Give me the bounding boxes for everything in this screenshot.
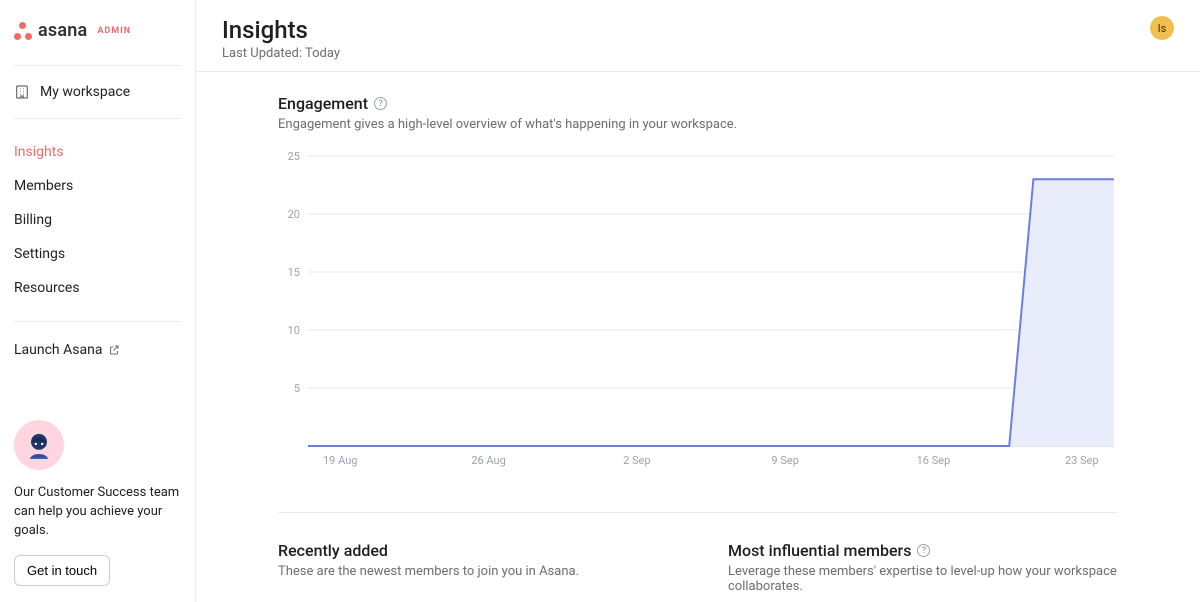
- engagement-desc: Engagement gives a high-level overview o…: [278, 117, 1118, 132]
- nav-label: Insights: [14, 144, 64, 160]
- page-title: Insights: [222, 16, 340, 44]
- engagement-chart: 5 10 15 20 25 19 Aug 26 Aug 2 Sep 9 Sep 16 Sep 23 …: [278, 150, 1118, 470]
- page-subtitle: Last Updated: Today: [222, 46, 340, 61]
- section-title-text: Recently added: [278, 541, 388, 560]
- svg-text:19 Aug: 19 Aug: [323, 454, 357, 467]
- brand-admin-tag: ADMIN: [97, 26, 131, 36]
- divider: [14, 321, 181, 322]
- svg-text:26 Aug: 26 Aug: [471, 454, 505, 467]
- info-icon[interactable]: ?: [917, 544, 930, 557]
- brand-logo[interactable]: asana ADMIN: [14, 20, 181, 41]
- nav-label: Resources: [14, 280, 80, 296]
- influential-desc: Leverage these members' expertise to lev…: [728, 564, 1118, 594]
- launch-asana-link[interactable]: Launch Asana: [0, 332, 195, 368]
- nav-item-settings[interactable]: Settings: [0, 237, 195, 271]
- divider: [278, 512, 1118, 513]
- svg-text:5: 5: [294, 382, 300, 395]
- workspace-name: My workspace: [40, 84, 130, 100]
- engagement-title: Engagement ?: [278, 94, 1118, 113]
- button-label: Get in touch: [27, 563, 97, 578]
- influential-title: Most influential members ?: [728, 541, 1118, 560]
- brand-name: asana: [38, 20, 87, 41]
- section-title-text: Engagement: [278, 94, 368, 113]
- info-icon[interactable]: ?: [374, 97, 387, 110]
- user-initials: Is: [1158, 22, 1167, 35]
- support-avatar-icon: [14, 420, 64, 470]
- nav-item-billing[interactable]: Billing: [0, 203, 195, 237]
- building-icon: [14, 84, 30, 100]
- main-content: Insights Last Updated: Today Is Engageme…: [196, 0, 1200, 602]
- nav-label: Members: [14, 178, 73, 194]
- external-link-icon: [108, 344, 120, 356]
- nav-list: Insights Members Billing Settings Resour…: [0, 129, 195, 311]
- sidebar: asana ADMIN My workspace Insights Member…: [0, 0, 196, 602]
- divider: [14, 118, 181, 119]
- nav-item-resources[interactable]: Resources: [0, 271, 195, 305]
- svg-text:15: 15: [288, 266, 300, 279]
- workspace-selector[interactable]: My workspace: [0, 76, 195, 108]
- nav-item-members[interactable]: Members: [0, 169, 195, 203]
- sidebar-footer: Our Customer Success team can help you a…: [0, 420, 195, 586]
- svg-text:23 Sep: 23 Sep: [1065, 454, 1099, 467]
- nav-label: Settings: [14, 246, 65, 262]
- get-in-touch-button[interactable]: Get in touch: [14, 555, 110, 586]
- nav-item-insights[interactable]: Insights: [0, 135, 195, 169]
- section-title-text: Most influential members: [728, 541, 911, 560]
- launch-label: Launch Asana: [14, 342, 102, 358]
- svg-text:20: 20: [288, 208, 300, 221]
- svg-text:10: 10: [288, 324, 300, 337]
- user-avatar[interactable]: Is: [1150, 16, 1174, 40]
- support-text: Our Customer Success team can help you a…: [14, 484, 181, 541]
- chart-svg: 5 10 15 20 25 19 Aug 26 Aug 2 Sep 9 Sep 16 Sep 23 …: [278, 150, 1118, 470]
- svg-text:2 Sep: 2 Sep: [623, 454, 650, 467]
- recently-added-desc: These are the newest members to join you…: [278, 564, 668, 579]
- svg-text:25: 25: [288, 150, 300, 163]
- nav-label: Billing: [14, 212, 52, 228]
- divider: [14, 65, 181, 66]
- svg-text:16 Sep: 16 Sep: [917, 454, 951, 467]
- svg-text:9 Sep: 9 Sep: [771, 454, 798, 467]
- recently-added-title: Recently added: [278, 541, 668, 560]
- asana-logo-icon: [14, 22, 32, 40]
- page-header: Insights Last Updated: Today Is: [196, 0, 1200, 72]
